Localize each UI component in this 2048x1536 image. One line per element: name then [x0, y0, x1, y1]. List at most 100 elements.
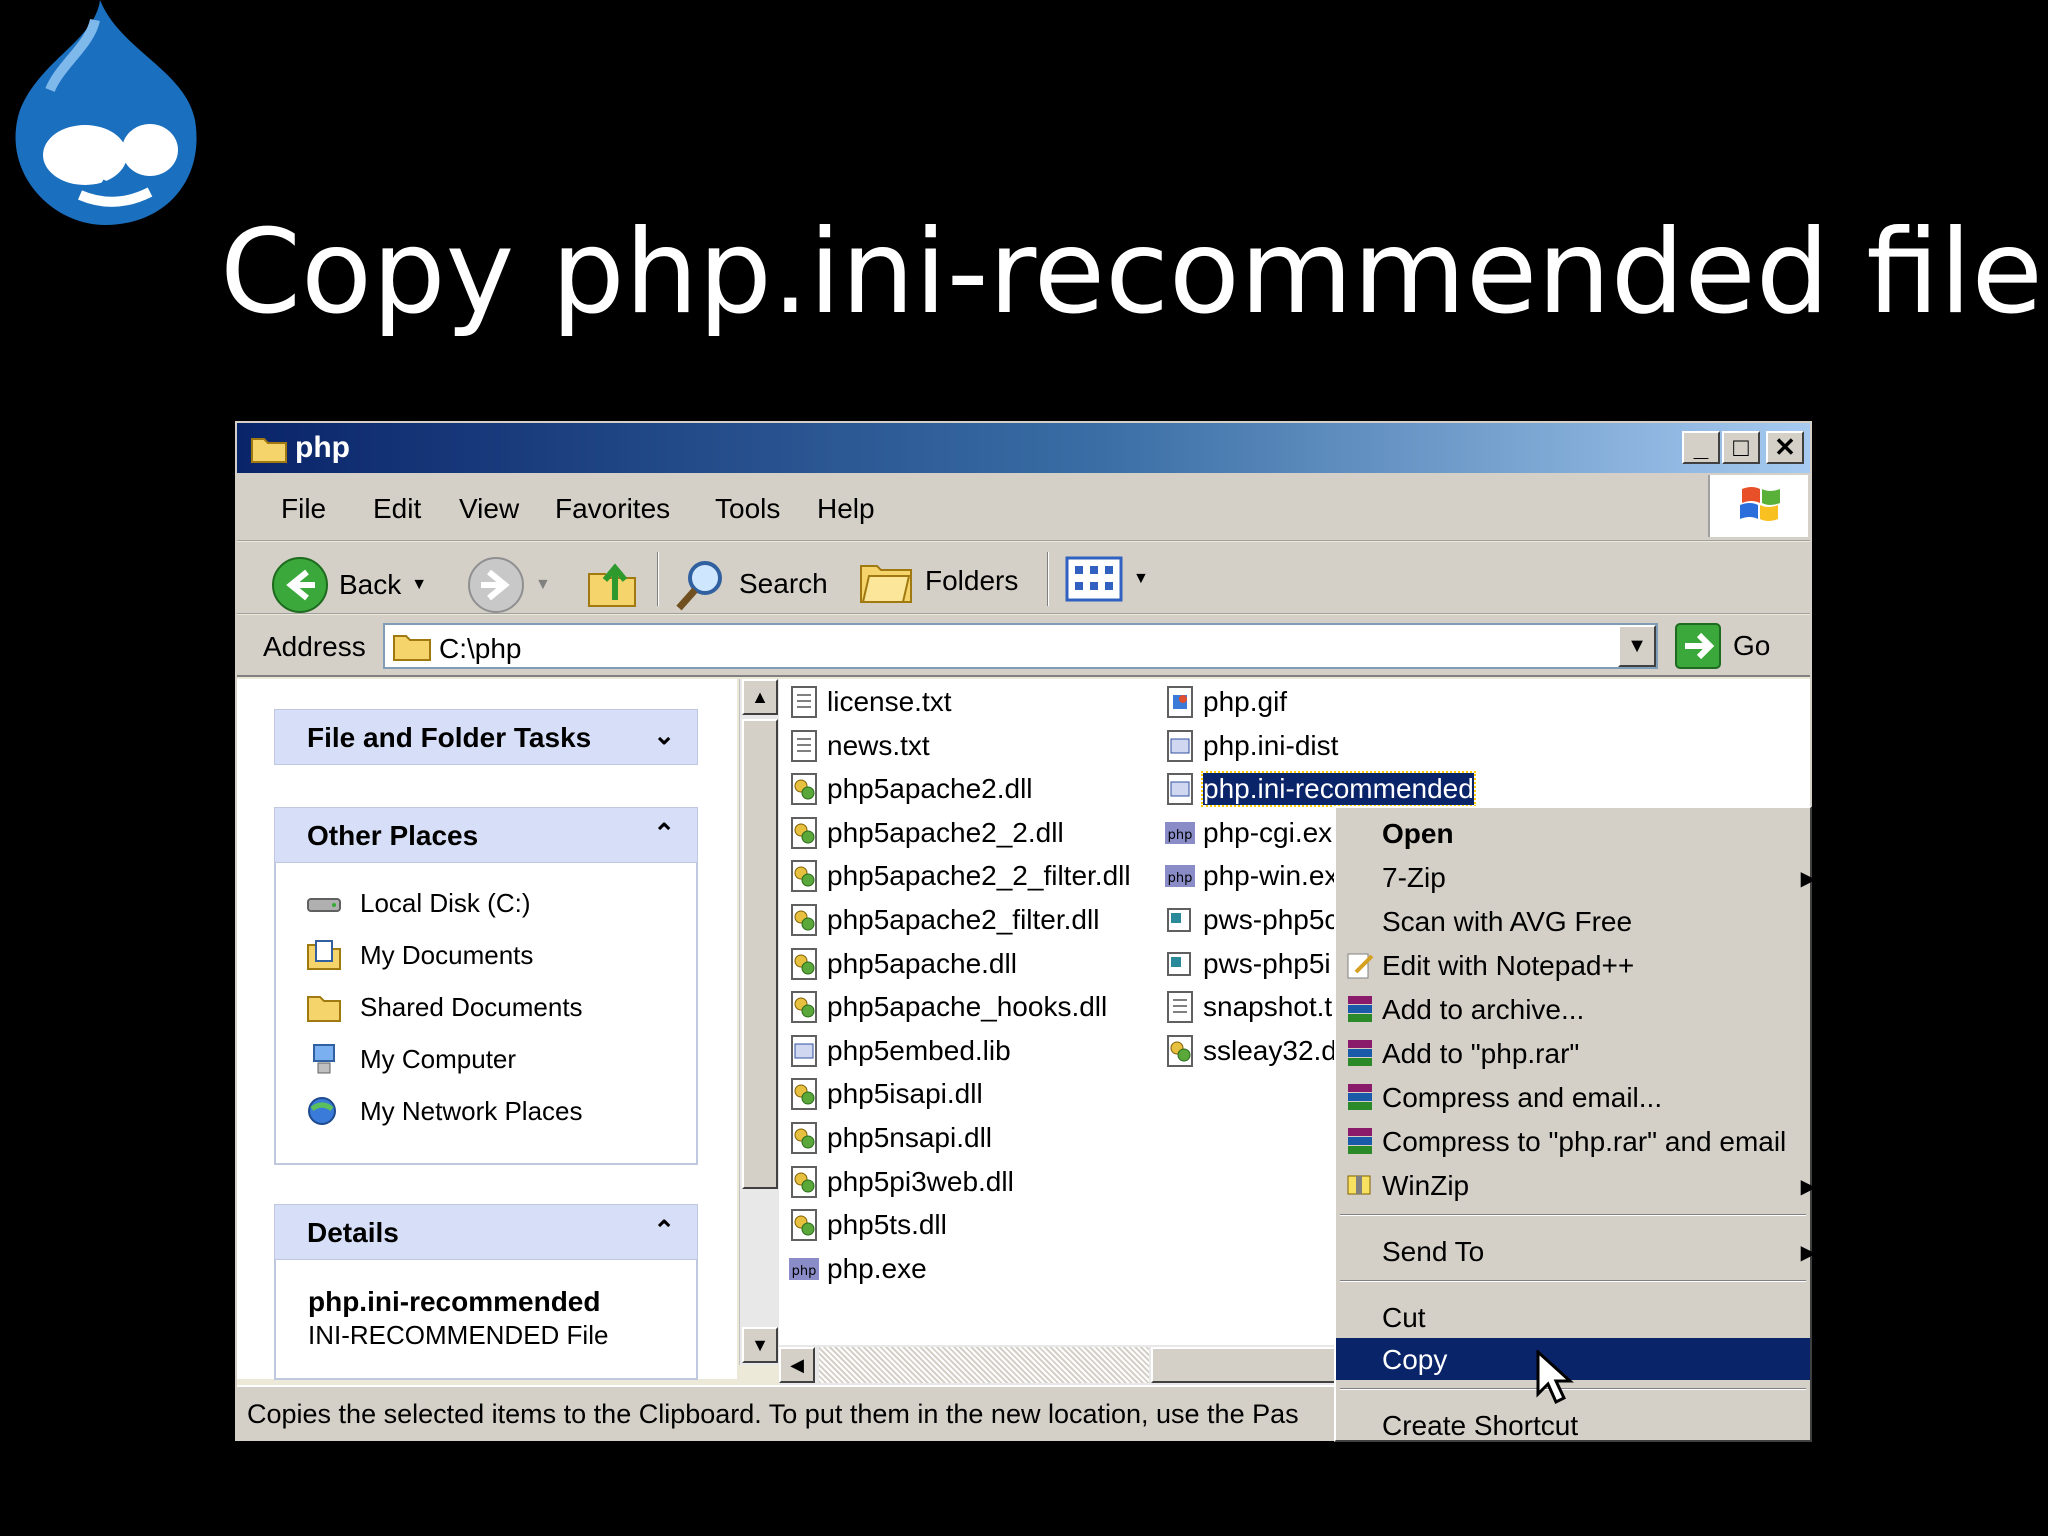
horizontal-scrollbar[interactable]: ◀: [779, 1345, 1339, 1385]
file-item[interactable]: php php-win.ex: [1165, 859, 1338, 893]
file-name: php-win.ex: [1203, 860, 1339, 892]
maximize-button[interactable]: □: [1722, 431, 1760, 464]
address-input[interactable]: C:\php ▼: [383, 623, 1658, 669]
ctx-add-to-php-rar[interactable]: Add to "php.rar": [1336, 1032, 1810, 1074]
place-my-network-places[interactable]: My Network Places: [306, 1095, 583, 1127]
file-name: php.gif: [1203, 686, 1288, 717]
ctx-winzip[interactable]: WinZip ▶: [1336, 1164, 1816, 1206]
views-dropdown-icon[interactable]: ▼: [1133, 570, 1149, 588]
ctx-edit-notepadpp[interactable]: Edit with Notepad++: [1336, 944, 1810, 986]
minimize-button[interactable]: _: [1682, 431, 1720, 464]
menu-favorites[interactable]: Favorites: [555, 493, 670, 525]
place-local-disk[interactable]: Local Disk (C:): [306, 887, 530, 919]
file-item[interactable]: php php-cgi.ex: [1165, 816, 1332, 850]
dll-file-icon: [791, 860, 817, 893]
file-name: php-cgi.ex: [1203, 816, 1333, 848]
details-header[interactable]: Details ⌃: [274, 1204, 698, 1260]
file-item[interactable]: pws-php5i: [1165, 947, 1331, 981]
network-places-icon: [308, 1097, 336, 1125]
task-pane: File and Folder Tasks ⌄ Other Places ⌃ L…: [237, 679, 737, 1380]
menu-file[interactable]: File: [281, 493, 326, 525]
winrar-icon: [1348, 1128, 1372, 1154]
context-menu: Open 7-Zip ▶ Scan with AVG Free Edit with…: [1334, 806, 1816, 1442]
file-item[interactable]: php5apache2_2.dll: [789, 816, 1064, 850]
file-item[interactable]: php5apache.dll: [789, 947, 1017, 981]
dll-file-icon: [791, 904, 817, 936]
details-title: Details: [307, 1217, 399, 1248]
menu-separator: [1340, 1280, 1806, 1282]
scroll-left-button[interactable]: ◀: [779, 1347, 815, 1383]
ctx-label: Scan with AVG Free: [1382, 906, 1633, 937]
place-my-computer[interactable]: My Computer: [306, 1043, 516, 1075]
file-item-selected[interactable]: php.ini-recommended: [1165, 771, 1476, 808]
file-item[interactable]: php5apache2.dll: [789, 772, 1033, 806]
back-button[interactable]: Back ▼: [271, 556, 427, 614]
menu-help[interactable]: Help: [817, 493, 875, 525]
back-dropdown-icon[interactable]: ▼: [411, 576, 427, 594]
ctx-scan-avg[interactable]: Scan with AVG Free: [1336, 900, 1810, 942]
ctx-compress-email[interactable]: Compress and email...: [1336, 1076, 1810, 1118]
place-my-documents[interactable]: My Documents: [306, 939, 533, 971]
ctx-add-to-archive[interactable]: Add to archive...: [1336, 988, 1810, 1030]
ctx-label: Compress to "php.rar" and email: [1382, 1126, 1787, 1157]
config-file-icon: [791, 1034, 817, 1067]
file-item[interactable]: news.txt: [789, 729, 930, 763]
file-item[interactable]: php5apache_hooks.dll: [789, 990, 1107, 1024]
menu-edit[interactable]: Edit: [373, 493, 421, 525]
file-item[interactable]: php5apache2_filter.dll: [789, 903, 1099, 937]
file-item[interactable]: php.gif: [1165, 685, 1287, 719]
file-item[interactable]: php.ini-dist: [1165, 729, 1338, 763]
menu-view[interactable]: View: [459, 493, 519, 525]
file-item[interactable]: php5isapi.dll: [789, 1077, 983, 1111]
scroll-track[interactable]: [819, 1347, 1149, 1383]
ctx-cut[interactable]: Cut: [1336, 1296, 1810, 1338]
place-shared-documents[interactable]: Shared Documents: [306, 991, 583, 1023]
vertical-scrollbar[interactable]: ▲ ▼: [739, 679, 779, 1365]
forward-dropdown-icon[interactable]: ▼: [535, 576, 551, 594]
folders-button[interactable]: Folders: [859, 556, 1018, 606]
search-label: Search: [739, 568, 828, 599]
address-label: Address: [263, 631, 366, 662]
address-dropdown-button[interactable]: ▼: [1618, 625, 1656, 667]
file-item[interactable]: php php.exe: [789, 1252, 927, 1286]
ctx-open[interactable]: Open: [1336, 812, 1810, 854]
search-button[interactable]: Search: [673, 556, 828, 612]
file-item[interactable]: license.txt: [789, 685, 952, 719]
ctx-create-shortcut[interactable]: Create Shortcut: [1336, 1404, 1810, 1446]
scroll-up-button[interactable]: ▲: [742, 679, 778, 715]
file-item[interactable]: pws-php5c: [1165, 903, 1338, 937]
collapse-chevron-icon[interactable]: ⌃: [653, 1215, 675, 1246]
menu-tools[interactable]: Tools: [715, 493, 780, 525]
go-button[interactable]: Go: [1675, 623, 1770, 669]
drupal-logo: [15, 0, 197, 225]
winrar-icon: [1348, 1084, 1372, 1110]
php-exe-icon: php: [789, 1257, 819, 1280]
file-item[interactable]: php5pi3web.dll: [789, 1165, 1014, 1199]
views-button[interactable]: ▼: [1065, 556, 1149, 602]
file-item[interactable]: php5nsapi.dll: [789, 1121, 992, 1155]
file-name: php5apache_hooks.dll: [827, 991, 1108, 1023]
file-item[interactable]: snapshot.t: [1165, 990, 1332, 1024]
submenu-arrow-icon: ▶: [1800, 868, 1816, 890]
file-item[interactable]: php5ts.dll: [789, 1208, 947, 1242]
file-item[interactable]: php5apache2_2_filter.dll: [789, 859, 1131, 893]
other-places-header[interactable]: Other Places ⌃: [274, 807, 698, 863]
ctx-compress-to-php-rar-email[interactable]: Compress to "php.rar" and email: [1336, 1120, 1810, 1162]
scroll-thumb[interactable]: [1151, 1347, 1339, 1383]
scroll-down-button[interactable]: ▼: [742, 1327, 778, 1363]
file-item[interactable]: ssleay32.d: [1165, 1034, 1337, 1068]
forward-button[interactable]: ▼: [467, 556, 551, 614]
title-bar[interactable]: php _ □ ✕: [237, 423, 1810, 473]
file-name: php5ts.dll: [827, 1209, 947, 1241]
close-button[interactable]: ✕: [1766, 431, 1804, 464]
ctx-send-to[interactable]: Send To ▶: [1336, 1230, 1816, 1272]
other-places-title: Other Places: [307, 820, 479, 851]
collapse-chevron-icon[interactable]: ⌃: [653, 818, 675, 849]
expand-chevron-icon[interactable]: ⌄: [653, 720, 675, 751]
svg-text:php: php: [1168, 871, 1193, 886]
scroll-thumb[interactable]: [742, 719, 778, 1189]
up-folder-button[interactable]: [585, 556, 641, 612]
ctx-7zip[interactable]: 7-Zip ▶: [1336, 856, 1816, 898]
file-folder-tasks-header[interactable]: File and Folder Tasks ⌄: [274, 709, 698, 765]
file-item[interactable]: php5embed.lib: [789, 1034, 1011, 1068]
